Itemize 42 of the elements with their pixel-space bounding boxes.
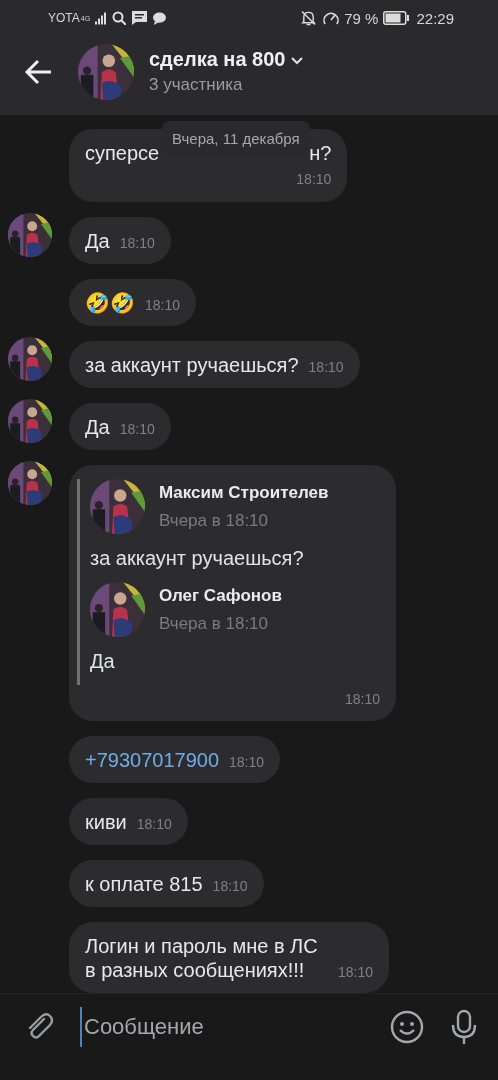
message-text: к оплате 815 <box>85 872 203 896</box>
message-time: 18:10 <box>119 420 155 439</box>
message-date: Вчера в 18:10 <box>159 510 269 531</box>
member-count: 3 участника <box>149 75 244 95</box>
message-icon <box>131 11 147 25</box>
message-text: 🤣🤣 <box>85 291 135 315</box>
phone-link[interactable]: +79307017900 <box>85 748 220 772</box>
message-time: 18:10 <box>145 296 181 315</box>
battery-icon <box>383 11 410 25</box>
message-text: за аккаунт ручаешься? <box>85 353 299 377</box>
author-name: Олег Сафонов <box>159 585 282 606</box>
search-icon <box>111 11 126 25</box>
battery-percent: 79 % <box>344 9 379 27</box>
message-time: 18:10 <box>337 963 373 982</box>
message-text: Да <box>90 649 116 673</box>
clock-time: 22:29 <box>416 9 454 27</box>
message-time: 18:10 <box>344 690 380 709</box>
message-time: 18:10 <box>119 234 155 253</box>
message-time: 18:10 <box>296 170 332 189</box>
chat-bubble-icon <box>152 11 166 25</box>
microphone-icon[interactable] <box>450 1009 478 1045</box>
smiley-icon[interactable] <box>390 1010 424 1044</box>
carrier-name: YOTA <box>48 11 80 25</box>
message-date: Вчера в 18:10 <box>159 613 269 634</box>
message-text: за аккаунт ручаешься? <box>90 546 305 570</box>
signal-icon <box>94 11 106 25</box>
message-text: Да <box>85 229 110 253</box>
chevron-down-icon[interactable] <box>291 57 304 65</box>
message-text: Логин и пароль мне в ЛС в разных сообщениях!!! <box>85 934 319 982</box>
message-text: н? <box>309 142 332 164</box>
message-input[interactable]: Сообщение <box>80 1007 390 1047</box>
author-name: Максим Строителев <box>159 482 329 503</box>
message-time: 18:10 <box>212 877 248 896</box>
message-text: суперсе <box>85 142 160 164</box>
message-time: 18:10 <box>229 753 265 772</box>
muted-bell-icon <box>301 10 317 26</box>
message-time: 18:10 <box>308 358 344 377</box>
message-text: Да <box>85 415 110 439</box>
message-text: киви <box>85 810 127 834</box>
message-time: 18:10 <box>136 815 172 834</box>
chat-title[interactable]: сделка на 800 <box>149 48 286 71</box>
speedometer-icon <box>322 10 341 26</box>
